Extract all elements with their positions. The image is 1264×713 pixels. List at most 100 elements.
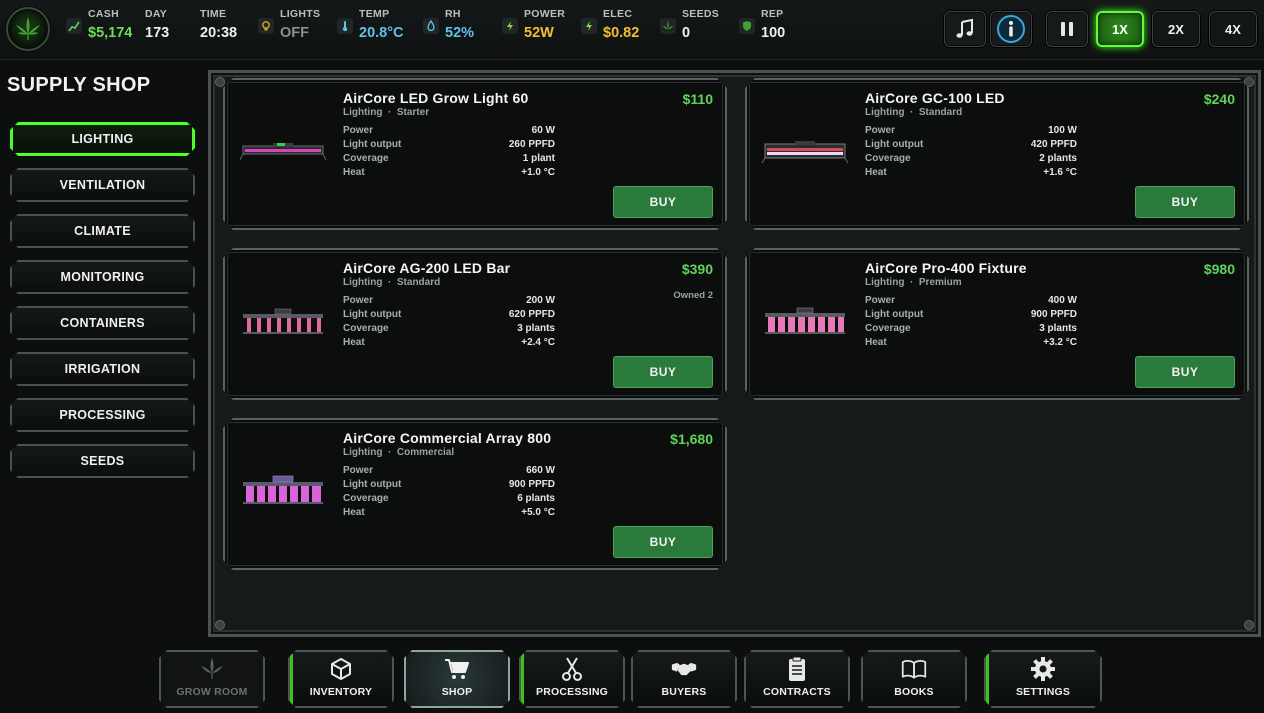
spec-key: Power — [343, 465, 374, 476]
category-irrigation[interactable]: IRRIGATION — [10, 352, 195, 386]
product-card: AirCore LED Grow Light 60 Lighting · Sta… — [223, 78, 727, 230]
stat-time: TIME 20:38 — [200, 0, 250, 60]
spec-key: Power — [865, 125, 896, 136]
nav-contracts[interactable]: CONTRACTS — [744, 650, 850, 708]
spec-key: Heat — [865, 167, 887, 178]
nav-books[interactable]: BOOKS — [861, 650, 967, 708]
stat-power: POWER 52W — [502, 0, 572, 60]
product-category-label: Lighting — [865, 277, 905, 288]
product-price: $240 — [1203, 91, 1235, 107]
nav-label: BUYERS — [661, 686, 707, 698]
info-button[interactable] — [990, 11, 1032, 47]
buy-button[interactable]: BUY — [1135, 186, 1235, 218]
stat-value: $0.82 — [603, 25, 640, 41]
category-lighting[interactable]: LIGHTING — [10, 122, 195, 156]
spec-row: Power 400 W — [865, 295, 1077, 309]
pause-button[interactable] — [1046, 11, 1088, 47]
speed-1x-button[interactable]: 1X — [1096, 11, 1144, 47]
cannabis-leaf-icon — [199, 656, 225, 682]
stat-label: CASH — [88, 8, 119, 20]
grow-light-image — [237, 466, 329, 510]
nav-shop[interactable]: SHOP — [404, 650, 510, 708]
stat-cash: CASH $5,174 — [66, 0, 136, 60]
buy-button[interactable]: BUY — [1135, 356, 1235, 388]
spec-value: 3 plants — [1039, 323, 1077, 334]
handshake-icon — [671, 656, 697, 682]
stat-label: REP — [761, 8, 784, 20]
product-card: AirCore Pro-400 Fixture Lighting · Premi… — [745, 248, 1249, 400]
buy-button[interactable]: BUY — [613, 356, 713, 388]
stat-label: POWER — [524, 8, 566, 20]
spec-value: 3 plants — [517, 323, 555, 334]
product-card: AirCore GC-100 LED Lighting · Standard $… — [745, 78, 1249, 230]
nav-label: PROCESSING — [535, 686, 608, 698]
spec-value: 660 W — [526, 465, 555, 476]
spec-row: Coverage 6 plants — [343, 493, 555, 507]
buy-button[interactable]: BUY — [613, 186, 713, 218]
spec-value: 2 plants — [1039, 153, 1077, 164]
spec-key: Light output — [865, 309, 924, 320]
speed-2x-button[interactable]: 2X — [1152, 11, 1200, 47]
product-tier: Commercial — [396, 447, 455, 458]
buy-button[interactable]: BUY — [613, 526, 713, 558]
category-containers[interactable]: CONTAINERS — [10, 306, 195, 340]
category-monitoring[interactable]: MONITORING — [10, 260, 195, 294]
spec-key: Coverage — [865, 153, 911, 164]
stat-label: RH — [445, 8, 461, 20]
spec-key: Light output — [343, 139, 402, 150]
product-category: Lighting · Standard — [343, 277, 441, 288]
box-icon — [328, 656, 354, 682]
nav-settings[interactable]: SETTINGS — [984, 650, 1102, 708]
stat-rep: REP 100 — [739, 0, 809, 60]
lightbulb-icon — [258, 18, 274, 34]
bolt-icon — [502, 18, 518, 34]
music-button[interactable] — [944, 11, 986, 47]
nav-grow-room[interactable]: GROW ROOM — [159, 650, 265, 708]
product-price: $390 — [681, 261, 713, 277]
product-name: AirCore Commercial Array 800 — [343, 430, 552, 446]
product-category-label: Lighting — [865, 107, 905, 118]
spec-value: 900 PPFD — [508, 479, 555, 490]
spec-key: Heat — [343, 337, 365, 348]
speed-4x-button[interactable]: 4X — [1209, 11, 1257, 47]
product-card: AirCore AG-200 LED Bar Lighting · Standa… — [223, 248, 727, 400]
music-note-icon — [956, 18, 973, 38]
product-category: Lighting · Standard — [865, 107, 963, 118]
spec-key: Light output — [343, 479, 402, 490]
spec-key: Coverage — [343, 493, 389, 504]
nav-label: GROW ROOM — [176, 686, 248, 698]
spec-row: Heat +3.2 °C — [865, 337, 1077, 351]
product-tier: Standard — [918, 107, 963, 118]
spec-key: Power — [865, 295, 896, 306]
spec-row: Light output 260 PPFD — [343, 139, 555, 153]
thermometer-icon — [337, 18, 353, 34]
stat-value: 52% — [445, 25, 475, 41]
stat-day: DAY 173 — [145, 0, 185, 60]
category-seeds[interactable]: SEEDS — [10, 444, 195, 478]
spec-key: Light output — [343, 309, 402, 320]
stat-label: TEMP — [359, 8, 390, 20]
nav-processing[interactable]: PROCESSING — [519, 650, 625, 708]
category-climate[interactable]: CLIMATE — [10, 214, 195, 248]
spec-value: 100 W — [1048, 125, 1077, 136]
cash-chart-icon — [66, 18, 82, 34]
spec-value: 900 PPFD — [1030, 309, 1077, 320]
spec-value: 6 plants — [517, 493, 555, 504]
nav-inventory[interactable]: INVENTORY — [288, 650, 394, 708]
product-category: Lighting · Starter — [343, 107, 430, 118]
clipboard-icon — [784, 656, 810, 682]
grow-light-image — [237, 126, 329, 170]
stat-value: 0 — [682, 25, 691, 41]
product-name: AirCore AG-200 LED Bar — [343, 260, 511, 276]
stat-label: SEEDS — [682, 8, 720, 20]
spec-row: Power 60 W — [343, 125, 555, 139]
spec-row: Coverage 1 plant — [343, 153, 555, 167]
spec-value: +1.6 °C — [1043, 167, 1077, 178]
pause-icon — [1061, 22, 1073, 36]
nav-buyers[interactable]: BUYERS — [631, 650, 737, 708]
stat-value: 20.8°C — [359, 25, 404, 41]
category-processing[interactable]: PROCESSING — [10, 398, 195, 432]
category-ventilation[interactable]: VENTILATION — [10, 168, 195, 202]
cart-icon — [444, 656, 470, 682]
product-category-label: Lighting — [343, 107, 383, 118]
